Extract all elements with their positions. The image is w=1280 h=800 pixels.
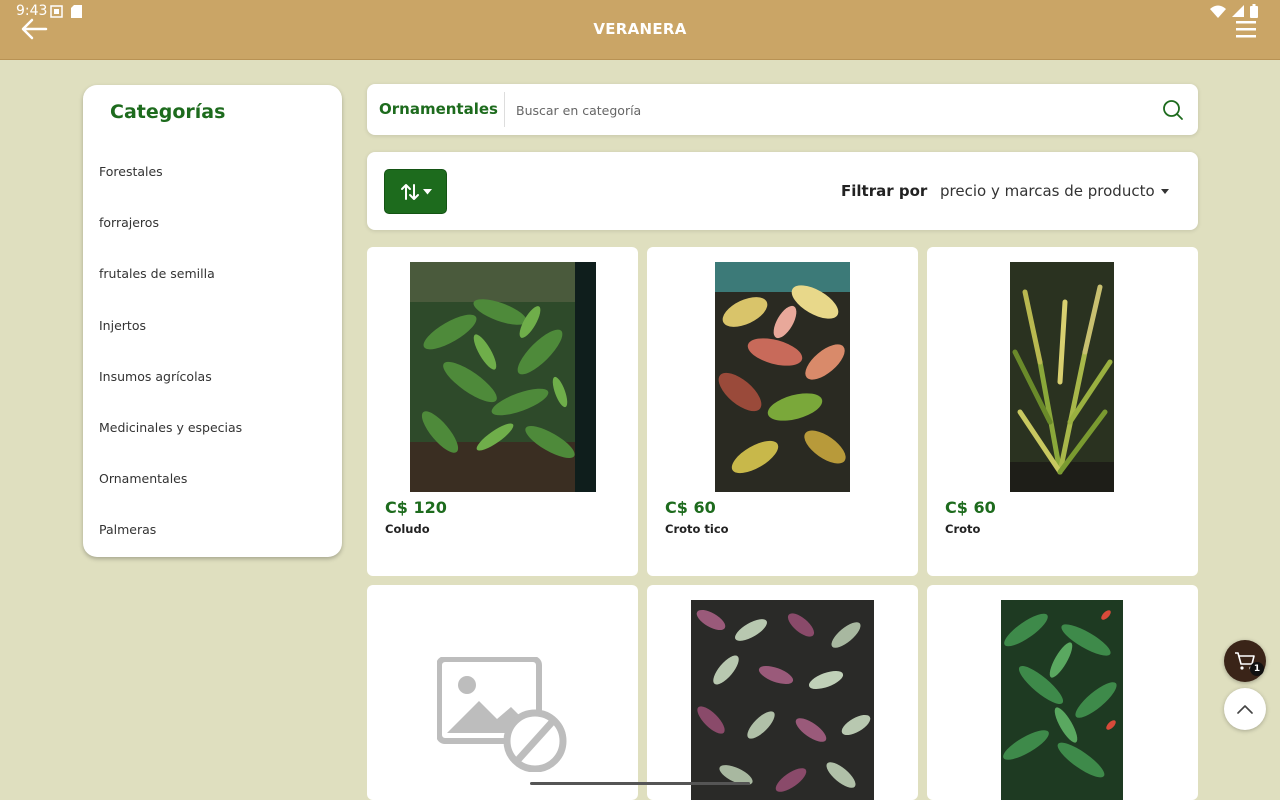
category-item-forrajeros[interactable]: forrajeros xyxy=(99,212,329,263)
battery-icon xyxy=(1250,4,1258,18)
hamburger-menu-icon[interactable] xyxy=(1234,18,1258,40)
chevron-down-icon xyxy=(422,188,432,194)
product-image xyxy=(1001,600,1123,800)
product-card[interactable]: C$ 60 Croto xyxy=(927,247,1198,576)
category-item-forestales[interactable]: Forestales xyxy=(99,161,329,212)
product-card[interactable] xyxy=(367,585,638,800)
chevron-up-icon xyxy=(1237,705,1253,714)
product-card[interactable] xyxy=(927,585,1198,800)
sd-card-icon xyxy=(71,5,82,18)
product-name: Coludo xyxy=(385,522,430,536)
status-icons-left xyxy=(50,5,82,18)
cart-count-badge: 1 xyxy=(1250,662,1264,676)
filter-bar: Filtrar por precio y marcas de producto xyxy=(367,152,1198,230)
product-price: C$ 60 xyxy=(945,498,996,517)
category-search-bar: Ornamentales xyxy=(367,84,1198,135)
filter-dropdown[interactable]: precio y marcas de producto xyxy=(940,182,1169,200)
product-image xyxy=(410,262,596,492)
category-item-insumos-agricolas[interactable]: Insumos agrícolas xyxy=(99,366,329,417)
filter-label: Filtrar por xyxy=(841,182,928,200)
sidebar-title: Categorías xyxy=(110,101,226,123)
signal-icon xyxy=(1232,5,1244,17)
scroll-to-top-button[interactable] xyxy=(1224,688,1266,730)
home-indicator xyxy=(530,782,750,785)
caret-down-icon xyxy=(1160,188,1169,194)
product-name: Croto tico xyxy=(665,522,729,536)
search-divider xyxy=(504,92,505,127)
sort-button[interactable] xyxy=(384,169,447,214)
category-list: Forestales forrajeros frutales de semill… xyxy=(99,161,329,571)
wifi-icon xyxy=(1210,5,1226,18)
category-item-ornamentales[interactable]: Ornamentales xyxy=(99,468,329,519)
cart-button[interactable]: 1 xyxy=(1224,640,1266,682)
categories-sidebar: Categorías Forestales forrajeros frutale… xyxy=(83,85,342,557)
category-item-frutales-de-semilla[interactable]: frutales de semilla xyxy=(99,263,329,314)
product-card[interactable]: C$ 60 Croto tico xyxy=(647,247,918,576)
search-icon[interactable] xyxy=(1162,99,1184,121)
image-unavailable-icon xyxy=(437,657,567,772)
filter-selected-value: precio y marcas de producto xyxy=(940,182,1155,200)
product-price: C$ 60 xyxy=(665,498,716,517)
category-item-injertos[interactable]: Injertos xyxy=(99,315,329,366)
app-header: 9:43 VERANERA xyxy=(0,0,1280,60)
category-item-medicinales-y-especias[interactable]: Medicinales y especias xyxy=(99,417,329,468)
category-item-palmeras[interactable]: Palmeras xyxy=(99,519,329,570)
product-name: Croto xyxy=(945,522,981,536)
app-title: VERANERA xyxy=(593,20,687,38)
notification-icon xyxy=(50,5,63,18)
product-image xyxy=(1010,262,1114,492)
category-search-input[interactable] xyxy=(516,96,1136,124)
product-image xyxy=(691,600,874,800)
product-card[interactable] xyxy=(647,585,918,800)
status-icons-right xyxy=(1210,4,1258,18)
product-price: C$ 120 xyxy=(385,498,447,517)
sort-icon xyxy=(400,183,419,200)
product-card[interactable]: C$ 120 Coludo xyxy=(367,247,638,576)
current-category-label: Ornamentales xyxy=(379,100,498,118)
product-image xyxy=(715,262,850,492)
